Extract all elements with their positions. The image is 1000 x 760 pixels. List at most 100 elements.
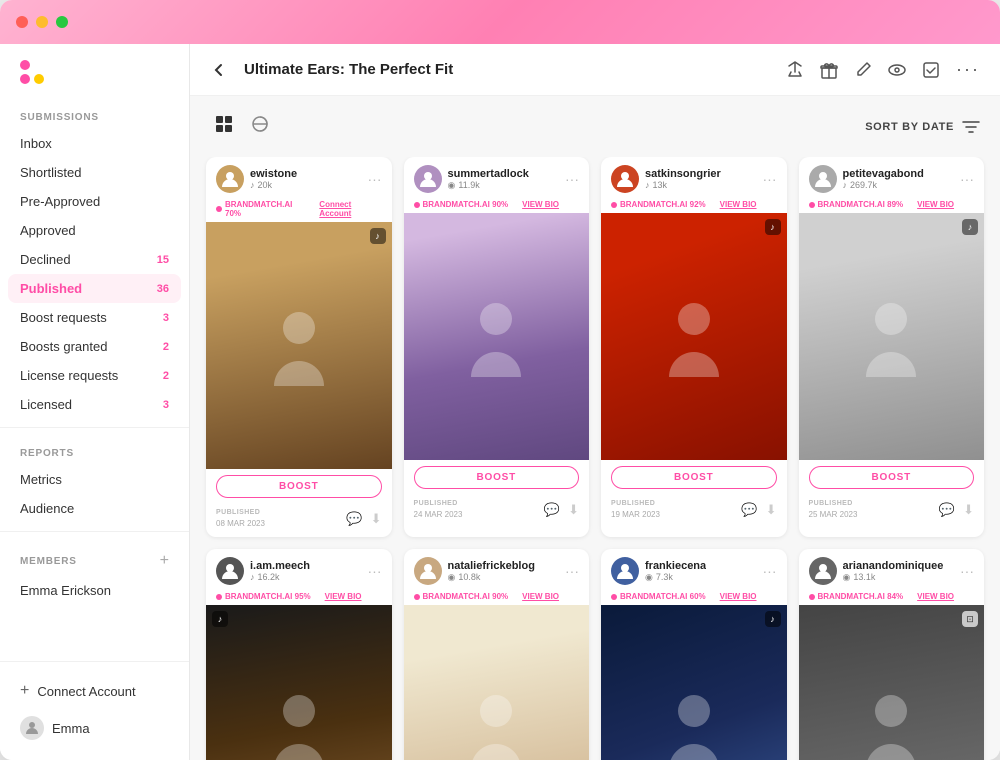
members-section-row: MEMBERS + [0,540,189,576]
comment-button[interactable]: 💬 [741,502,757,518]
sidebar-item-label: Audience [20,501,74,516]
card-footer: PUBLISHED 19 MAR 2023 💬 ⬇ [601,495,787,528]
boost-button[interactable]: BOOST [611,466,777,489]
card-more-button[interactable]: ··· [763,171,777,187]
brand-match-dot [414,594,420,600]
sort-button[interactable]: SORT BY DATE [865,120,980,134]
card-more-button[interactable]: ··· [763,563,777,579]
comment-button[interactable]: 💬 [346,511,362,527]
download-button[interactable]: ⬇ [963,502,974,518]
sidebar-item-emma-erickson[interactable]: Emma Erickson [0,576,189,605]
comment-button[interactable]: 💬 [544,502,560,518]
card-header: nataliefrickeblog ◉ 10.8k ··· [404,549,590,589]
content-header: SORT BY DATE [190,96,1000,157]
card-more-button[interactable]: ··· [368,171,382,187]
creator-username: arianandominiquee [843,560,944,572]
preview-button[interactable] [888,61,906,79]
card-more-button[interactable]: ··· [368,563,382,579]
maximize-button[interactable] [56,16,68,28]
card-actions: 💬 ⬇ [346,511,381,527]
card-image: ♪ [206,605,392,760]
sidebar-item-declined[interactable]: Declined 15 [0,245,189,274]
user-profile-button[interactable]: Emma [0,708,189,748]
download-button[interactable]: ⬇ [568,502,579,518]
creator-card-iammeech: i.am.meech ♪ 16.2k ··· [206,549,392,760]
card-header: frankiecena ◉ 7.3k ··· [601,549,787,589]
creator-stats: ◉ 13.1k [843,572,944,583]
download-button[interactable]: ⬇ [766,502,777,518]
download-button[interactable]: ⬇ [371,511,382,527]
view-bio-link[interactable]: VIEW BIO [522,592,559,601]
card-image: ⊡ [799,605,985,760]
creator-stats: ◉ 11.9k [448,180,529,191]
sidebar-item-boosts-granted[interactable]: Boosts granted 2 [0,332,189,361]
boost-btn-wrap: BOOST [601,460,787,495]
sidebar-item-shortlisted[interactable]: Shortlisted [0,158,189,187]
card-more-button[interactable]: ··· [960,171,974,187]
user-name-label: Emma [52,721,90,736]
view-bio-link[interactable]: VIEW BIO [522,200,559,209]
creator-username: nataliefrickeblog [448,560,535,572]
published-info: PUBLISHED 19 MAR 2023 [611,499,660,520]
brand-match-row: BRANDMATCH.AI 60% VIEW BIO [601,589,787,605]
published-date: 24 MAR 2023 [414,509,463,520]
card-more-button[interactable]: ··· [960,563,974,579]
sidebar-item-license-requests[interactable]: License requests 2 [0,361,189,390]
view-bio-link[interactable]: VIEW BIO [720,592,757,601]
share-button[interactable] [786,61,804,79]
view-bio-link[interactable]: VIEW BIO [917,592,954,601]
card-more-button[interactable]: ··· [565,563,579,579]
logo [0,44,189,100]
sidebar-item-label: Inbox [20,136,52,151]
comment-button[interactable]: 💬 [939,502,955,518]
follower-count: 13k [653,180,668,190]
boost-button[interactable]: BOOST [414,466,580,489]
edit-button[interactable] [854,61,872,79]
connect-account-button[interactable]: + Connect Account [0,674,189,708]
add-member-button[interactable]: + [160,552,169,570]
sidebar-item-boost-requests[interactable]: Boost requests 3 [0,303,189,332]
sidebar-item-pre-approved[interactable]: Pre-Approved [0,187,189,216]
check-button[interactable] [922,61,940,79]
sidebar-item-published[interactable]: Published 36 [8,274,181,303]
grid-view-button[interactable] [210,110,238,143]
view-bio-link[interactable]: VIEW BIO [325,592,362,601]
brand-match-row: BRANDMATCH.AI 70% Connect Account [206,197,392,222]
sidebar-item-metrics[interactable]: Metrics [0,465,189,494]
view-bio-link[interactable]: VIEW BIO [917,200,954,209]
sidebar-item-label: Licensed [20,397,72,412]
card-more-button[interactable]: ··· [565,171,579,187]
submissions-section-label: SUBMISSIONS [0,100,189,129]
view-bio-link[interactable]: Connect Account [319,200,381,218]
more-button[interactable]: ··· [956,59,980,80]
sidebar-item-approved[interactable]: Approved [0,216,189,245]
sidebar-item-licensed[interactable]: Licensed 3 [0,390,189,419]
brand-match-badge: BRANDMATCH.AI 90% [414,592,509,601]
close-button[interactable] [16,16,28,28]
gift-button[interactable] [820,61,838,79]
creator-avatar [414,165,442,193]
list-view-button[interactable] [246,110,274,143]
minimize-button[interactable] [36,16,48,28]
boost-button[interactable]: BOOST [809,466,975,489]
content-area: SORT BY DATE [190,96,1000,760]
creator-card-ewistone: ewistone ♪ 20k ··· [206,157,392,537]
creator-details: summertadlock ◉ 11.9k [448,168,529,191]
back-button[interactable] [210,61,228,79]
sidebar-item-inbox[interactable]: Inbox [0,129,189,158]
app-window: SUBMISSIONS Inbox Shortlisted Pre-Approv… [0,0,1000,760]
creator-card-arianandominiquee: arianandominiquee ◉ 13.1k ··· [799,549,985,760]
brand-match-row: BRANDMATCH.AI 84% VIEW BIO [799,589,985,605]
sidebar-item-label: Approved [20,223,76,238]
boost-button[interactable]: BOOST [216,475,382,498]
instagram-icon: ◉ [448,572,456,583]
top-actions: ··· [786,59,980,80]
creator-username: ewistone [250,168,297,180]
creator-card-petitevagabond: petitevagabond ♪ 269.7k ··· [799,157,985,537]
view-bio-link[interactable]: VIEW BIO [720,200,757,209]
user-avatar [20,716,44,740]
brand-match-badge: BRANDMATCH.AI 90% [414,200,509,209]
sidebar-item-audience[interactable]: Audience [0,494,189,523]
published-label: PUBLISHED [611,499,660,509]
card-header: arianandominiquee ◉ 13.1k ··· [799,549,985,589]
